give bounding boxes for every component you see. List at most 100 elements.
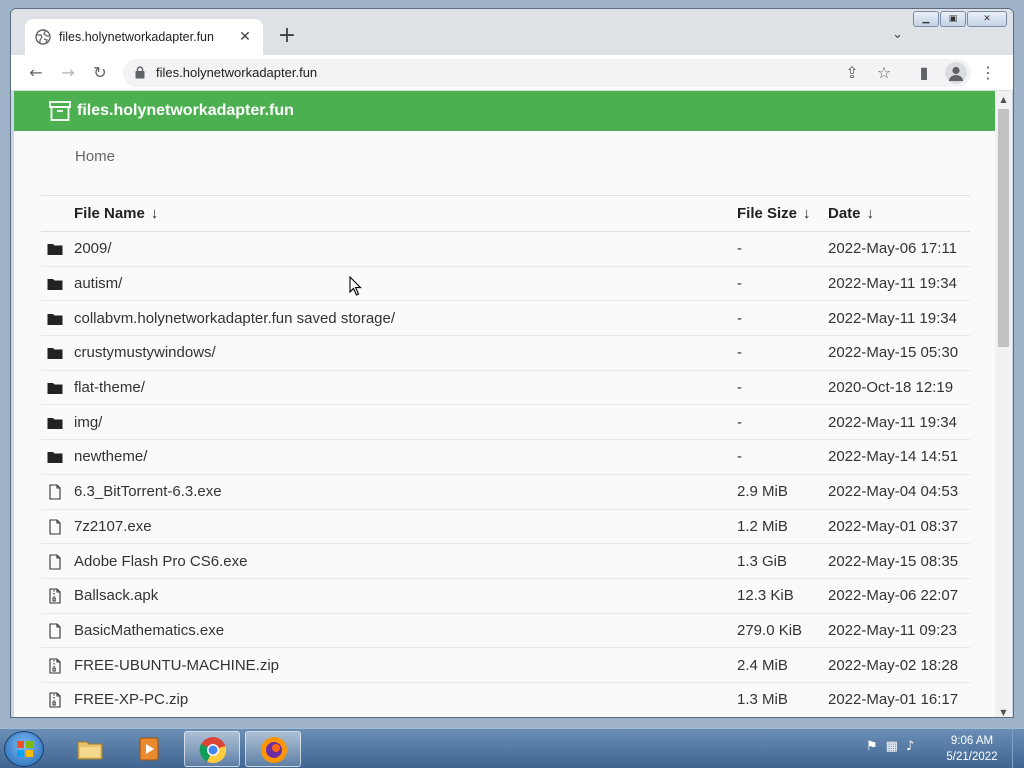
file-date: 2022-May-06 22:07 — [828, 578, 970, 614]
volume-icon[interactable]: ♪ — [906, 739, 914, 754]
reload-icon[interactable]: ↻ — [90, 63, 110, 83]
file-size: 12.3 KiB — [737, 578, 828, 614]
table-row[interactable]: 2009/-2022-May-06 17:11 — [41, 231, 970, 267]
table-row[interactable]: FREE-XP-PC.zip 1.3 MiB 2022-May-01 16:17 — [41, 682, 970, 717]
url-text[interactable]: files.holynetworkadapter.fun — [156, 65, 317, 80]
icon-column-header — [41, 195, 74, 232]
file-size: 1.3 MiB — [737, 682, 828, 717]
file-name-header-label[interactable]: File Name — [74, 205, 145, 222]
back-icon[interactable]: ← — [26, 63, 46, 83]
system-clock[interactable]: 9:06 AM 5/21/2022 — [940, 733, 1004, 765]
folder-icon — [47, 345, 63, 361]
date-header[interactable]: Date ↓ — [828, 195, 970, 232]
browser-toolbar: ← → ↻ files.holynetworkadapter.fun ⇪ ☆ ▮… — [11, 55, 1013, 91]
share-icon[interactable]: ⇪ — [842, 63, 862, 83]
firefox-icon — [261, 737, 287, 763]
network-icon[interactable]: ▦ — [886, 739, 898, 754]
table-row[interactable]: flat-theme/-2020-Oct-18 12:19 — [41, 370, 970, 406]
table-row[interactable]: 6.3_BitTorrent-6.3.exe 2.9 MiB 2022-May-04… — [41, 474, 970, 510]
file-date: 2022-May-06 17:11 — [828, 231, 970, 267]
close-button[interactable]: ✕ — [967, 11, 1007, 27]
page-viewport: files.holynetworkadapter.fun Home File N… — [14, 91, 995, 717]
file-name-link[interactable]: 2009/ — [74, 231, 737, 267]
file-listing: Home File Name ↓ File Size ↓ Date ↓ 2009/-2… — [14, 131, 995, 717]
lock-icon[interactable] — [135, 66, 145, 79]
windows-logo-icon — [17, 741, 33, 757]
restore-button[interactable]: ▣ — [940, 11, 966, 27]
file-date: 2022-May-11 19:34 — [828, 266, 970, 302]
chrome-icon — [199, 737, 227, 764]
folder-icon — [47, 311, 63, 327]
table-row[interactable]: newtheme/-2022-May-14 14:51 — [41, 439, 970, 475]
table-row[interactable]: BasicMathematics.exe 279.0 KiB 2022-May-11… — [41, 613, 970, 649]
date-header-label[interactable]: Date — [828, 205, 861, 222]
menu-icon[interactable]: ⋮ — [978, 63, 998, 83]
file-icon — [47, 519, 63, 535]
file-name-link[interactable]: newtheme/ — [74, 439, 737, 475]
tab-search-icon[interactable]: ⌄ — [892, 27, 903, 42]
show-desktop-button[interactable] — [1012, 729, 1024, 768]
file-name-header[interactable]: File Name ↓ — [74, 195, 737, 232]
tab-close-icon[interactable]: ✕ — [237, 29, 253, 45]
table-row[interactable]: Ballsack.apk 12.3 KiB 2022-May-06 22:07 — [41, 578, 970, 614]
folder-icon — [47, 241, 63, 257]
start-button[interactable] — [4, 731, 44, 767]
file-size-header[interactable]: File Size ↓ — [737, 195, 828, 232]
table-row[interactable]: img/-2022-May-11 19:34 — [41, 404, 970, 441]
sort-arrow-icon[interactable]: ↓ — [803, 205, 811, 222]
forward-icon[interactable]: → — [58, 63, 78, 83]
scroll-up-icon[interactable]: ▲ — [995, 95, 1012, 104]
action-center-flag-icon[interactable]: ⚑ — [866, 739, 878, 754]
file-name-link[interactable]: img/ — [74, 404, 737, 441]
sort-arrow-icon[interactable]: ↓ — [151, 205, 159, 222]
file-date: 2022-May-04 04:53 — [828, 474, 970, 510]
file-size-header-label[interactable]: File Size — [737, 205, 797, 222]
globe-icon — [35, 29, 51, 45]
file-name-link[interactable]: FREE-UBUNTU-MACHINE.zip — [74, 647, 737, 683]
folder-icon — [47, 276, 63, 292]
file-name-link[interactable]: FREE-XP-PC.zip — [74, 682, 737, 717]
file-name-link[interactable]: BasicMathematics.exe — [74, 613, 737, 649]
new-tab-button[interactable]: + — [275, 25, 299, 49]
table-row[interactable]: FREE-UBUNTU-MACHINE.zip 2.4 MiB 2022-May-0… — [41, 647, 970, 683]
minimize-button[interactable]: ▁ — [913, 11, 939, 27]
file-name-link[interactable]: 6.3_BitTorrent-6.3.exe — [74, 474, 737, 510]
active-tab[interactable]: files.holynetworkadapter.fun ✕ — [25, 19, 263, 55]
file-name-link[interactable]: Ballsack.apk — [74, 578, 737, 614]
clock-date: 5/21/2022 — [946, 751, 998, 763]
bookmark-star-icon[interactable]: ☆ — [874, 63, 894, 83]
file-icon — [47, 553, 63, 570]
file-name-link[interactable]: flat-theme/ — [74, 370, 737, 406]
archive-file-icon — [47, 658, 63, 674]
site-title[interactable]: files.holynetworkadapter.fun — [77, 102, 294, 120]
table-row[interactable]: crustymustywindows/-2022-May-15 05:30 — [41, 335, 970, 371]
table-row[interactable]: collabvm.holynetworkadapter.fun saved st… — [41, 300, 970, 337]
table-row[interactable]: 7z2107.exe 1.2 MiB 2022-May-01 08:37 — [41, 509, 970, 545]
file-table: File Name ↓ File Size ↓ Date ↓ 2009/-2022-M… — [41, 195, 970, 717]
breadcrumb[interactable]: Home — [75, 148, 115, 165]
file-size: - — [737, 266, 828, 302]
folder-icon — [47, 415, 63, 431]
taskbar-explorer[interactable] — [62, 731, 118, 767]
file-size: - — [737, 439, 828, 475]
sort-arrow-icon[interactable]: ↓ — [867, 205, 875, 222]
vertical-scrollbar[interactable]: ▲ ▼ — [995, 91, 1012, 717]
file-name-link[interactable]: 7z2107.exe — [74, 509, 737, 545]
table-row[interactable]: Adobe Flash Pro CS6.exe 1.3 GiB 2022-May-1… — [41, 543, 970, 579]
table-row[interactable]: autism/-2022-May-11 19:34 — [41, 266, 970, 302]
scrollbar-thumb[interactable] — [998, 109, 1009, 347]
scroll-down-icon[interactable]: ▼ — [995, 708, 1012, 717]
file-size: 1.2 MiB — [737, 509, 828, 545]
taskbar-chrome[interactable] — [184, 731, 240, 767]
profile-avatar-icon[interactable] — [945, 62, 967, 84]
file-name-link[interactable]: collabvm.holynetworkadapter.fun saved st… — [74, 300, 737, 337]
file-name-link[interactable]: Adobe Flash Pro CS6.exe — [74, 543, 737, 579]
taskbar-media-player[interactable] — [122, 731, 178, 767]
table-header-row: File Name ↓ File Size ↓ Date ↓ — [41, 195, 970, 232]
side-panel-icon[interactable]: ▮ — [914, 63, 934, 83]
file-name-link[interactable]: crustymustywindows/ — [74, 335, 737, 371]
file-name-link[interactable]: autism/ — [74, 266, 737, 302]
taskbar-firefox[interactable] — [245, 731, 301, 767]
file-date: 2020-Oct-18 12:19 — [828, 370, 970, 406]
archive-file-icon — [47, 692, 63, 708]
